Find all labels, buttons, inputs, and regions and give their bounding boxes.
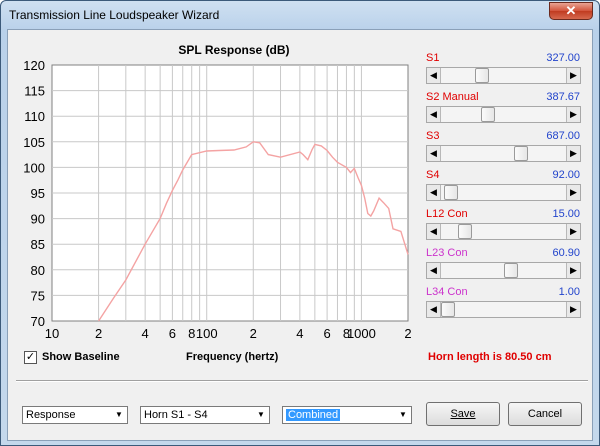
- y-tick-label: 90: [31, 212, 45, 227]
- scroll-right-icon[interactable]: ▶: [566, 302, 580, 317]
- slider-scrollbar[interactable]: ◀ ▶: [426, 67, 581, 84]
- slider-name: S4: [426, 169, 440, 181]
- cancel-button[interactable]: Cancel: [508, 402, 582, 426]
- x-tick-label: 8: [188, 326, 195, 341]
- slider-scrollbar[interactable]: ◀ ▶: [426, 262, 581, 279]
- x-tick-label: 2: [404, 326, 411, 341]
- client-area: SPL Response (dB) 70 75 80 85 90 95 100 105 110 1…: [7, 29, 593, 441]
- y-axis-ticks: 70 75 80 85 90 95 100 105 110 115 120: [23, 58, 45, 329]
- x-tick-label: 2: [250, 326, 257, 341]
- scroll-left-icon[interactable]: ◀: [427, 107, 441, 122]
- slider-value: 15.00: [552, 208, 580, 220]
- checkmark-icon: ✓: [25, 351, 36, 363]
- plot-mode-select[interactable]: Combined ▼: [282, 406, 412, 424]
- slider-thumb[interactable]: [458, 224, 472, 239]
- slider-value: 327.00: [546, 52, 580, 64]
- x-tick-label: 2: [95, 326, 102, 341]
- horn-length-status: Horn length is 80.50 cm: [428, 351, 552, 363]
- slider-value: 687.00: [546, 130, 580, 142]
- slider-thumb[interactable]: [444, 185, 458, 200]
- slider-name: L12 Con: [426, 208, 468, 220]
- slider-thumb[interactable]: [475, 68, 489, 83]
- x-tick-label: 4: [142, 326, 149, 341]
- slider-scrollbar[interactable]: ◀ ▶: [426, 184, 581, 201]
- x-tick-label: 6: [323, 326, 330, 341]
- plot-mode-select-value: Combined: [286, 409, 341, 421]
- x-tick-label: 6: [169, 326, 176, 341]
- x-axis-ticks: 10 2 4 6 8 100 2 4 6 81000 2: [45, 326, 412, 341]
- separator: [16, 380, 588, 382]
- response-select-value: Response: [26, 409, 76, 421]
- chart-title: SPL Response (dB): [178, 43, 289, 57]
- close-icon: ✕: [565, 3, 577, 18]
- title-bar[interactable]: Transmission Line Loudspeaker Wizard ✕: [1, 1, 599, 28]
- scroll-left-icon[interactable]: ◀: [427, 68, 441, 83]
- slider-value: 387.67: [546, 91, 580, 103]
- response-select[interactable]: Response ▼: [22, 406, 128, 424]
- y-tick-label: 115: [24, 84, 45, 99]
- slider-value: 60.90: [552, 247, 580, 259]
- x-tick-label: 100: [196, 326, 218, 341]
- x-axis-label: Frequency (hertz): [186, 351, 279, 363]
- scroll-left-icon[interactable]: ◀: [427, 185, 441, 200]
- slider-name: S2 Manual: [426, 91, 479, 103]
- slider-value: 92.00: [552, 169, 580, 181]
- slider-thumb[interactable]: [441, 302, 455, 317]
- slider-name: S1: [426, 52, 440, 64]
- scroll-right-icon[interactable]: ▶: [566, 68, 580, 83]
- y-tick-label: 105: [23, 135, 45, 150]
- chevron-down-icon[interactable]: ▼: [254, 408, 268, 422]
- y-tick-label: 85: [31, 237, 45, 252]
- show-baseline-checkbox[interactable]: ✓: [24, 351, 37, 364]
- y-tick-label: 70: [31, 314, 45, 329]
- slider-thumb[interactable]: [504, 263, 518, 278]
- slider-scrollbar[interactable]: ◀ ▶: [426, 223, 581, 240]
- y-tick-label: 80: [31, 263, 45, 278]
- save-button-label: Save: [450, 408, 476, 420]
- y-tick-label: 110: [24, 109, 45, 124]
- scroll-left-icon[interactable]: ◀: [427, 224, 441, 239]
- slider-name: L34 Con: [426, 286, 468, 298]
- horn-section-select[interactable]: Horn S1 - S4 ▼: [140, 406, 270, 424]
- wizard-window: Transmission Line Loudspeaker Wizard ✕ S…: [0, 0, 600, 446]
- x-tick-label: 1000: [347, 326, 376, 341]
- close-button[interactable]: ✕: [549, 2, 593, 20]
- cancel-button-label: Cancel: [527, 408, 563, 420]
- scroll-right-icon[interactable]: ▶: [566, 224, 580, 239]
- y-tick-label: 75: [31, 288, 45, 303]
- slider-value: 1.00: [558, 286, 580, 298]
- horn-section-select-value: Horn S1 - S4: [144, 409, 208, 421]
- scroll-left-icon[interactable]: ◀: [427, 263, 441, 278]
- y-tick-label: 95: [31, 186, 45, 201]
- scroll-right-icon[interactable]: ▶: [566, 107, 580, 122]
- save-button[interactable]: Save: [426, 402, 500, 426]
- scroll-right-icon[interactable]: ▶: [566, 185, 580, 200]
- scroll-right-icon[interactable]: ▶: [566, 146, 580, 161]
- scroll-left-icon[interactable]: ◀: [427, 302, 441, 317]
- slider-thumb[interactable]: [481, 107, 495, 122]
- scroll-left-icon[interactable]: ◀: [427, 146, 441, 161]
- scroll-right-icon[interactable]: ▶: [566, 263, 580, 278]
- y-tick-label: 120: [23, 58, 45, 73]
- x-tick-label: 10: [45, 326, 59, 341]
- chevron-down-icon[interactable]: ▼: [396, 408, 410, 422]
- x-tick-label: 4: [296, 326, 303, 341]
- window-title: Transmission Line Loudspeaker Wizard: [9, 8, 220, 22]
- slider-thumb[interactable]: [514, 146, 528, 161]
- slider-scrollbar[interactable]: ◀ ▶: [426, 106, 581, 123]
- slider-scrollbar[interactable]: ◀ ▶: [426, 145, 581, 162]
- slider-name: S3: [426, 130, 440, 142]
- show-baseline-label[interactable]: Show Baseline: [42, 351, 120, 363]
- y-tick-label: 100: [23, 160, 45, 175]
- chevron-down-icon[interactable]: ▼: [112, 408, 126, 422]
- slider-name: L23 Con: [426, 247, 468, 259]
- slider-scrollbar[interactable]: ◀ ▶: [426, 301, 581, 318]
